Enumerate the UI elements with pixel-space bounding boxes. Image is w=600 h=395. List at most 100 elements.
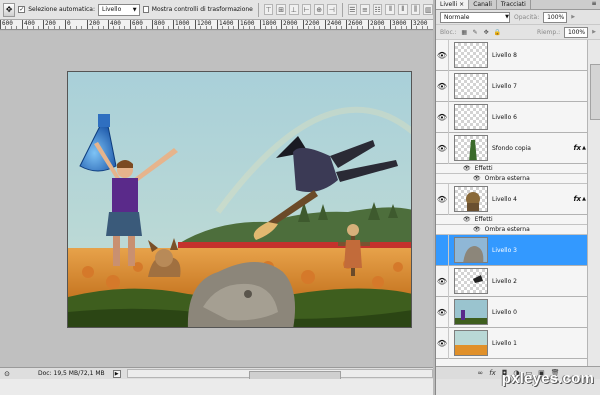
layer-thumbnail[interactable] bbox=[454, 268, 488, 294]
distribute-top-icon[interactable]: ☰ bbox=[347, 4, 358, 15]
opacity-arrow-icon[interactable]: ▶ bbox=[571, 14, 575, 20]
ruler-minor-tick bbox=[395, 26, 396, 29]
effect-visibility-eye-icon[interactable]: 👁 bbox=[473, 175, 481, 182]
layer-row[interactable]: 👁 Sfondo copia fx ▲ bbox=[436, 132, 587, 164]
auto-align-icon[interactable]: ▥ bbox=[423, 4, 434, 15]
bottom-strip bbox=[0, 379, 433, 395]
layer-row[interactable]: 👁 Livello 1 bbox=[436, 327, 587, 359]
panel-menu-icon[interactable]: ≡ bbox=[588, 0, 600, 9]
visibility-eye-icon[interactable]: 👁 bbox=[436, 132, 449, 164]
auto-select-checkbox[interactable]: ✓ bbox=[18, 6, 26, 13]
layer-thumbnail[interactable] bbox=[454, 104, 488, 130]
distribute-vcenter-icon[interactable]: ≡ bbox=[360, 4, 370, 15]
lock-transparency-icon[interactable]: ▦ bbox=[461, 29, 468, 36]
visibility-eye-icon[interactable]: 👁 bbox=[436, 327, 449, 359]
effect-drop-shadow-row[interactable]: 👁 Ombra esterna bbox=[436, 174, 587, 184]
artwork-canvas[interactable] bbox=[67, 71, 412, 328]
ruler-minor-tick bbox=[81, 26, 82, 29]
visibility-eye-icon[interactable]: 👁 bbox=[436, 296, 449, 328]
align-bottom-icon[interactable]: ⊥ bbox=[289, 4, 299, 15]
align-vcenter-icon[interactable]: ⊞ bbox=[276, 4, 287, 15]
zoom-icon[interactable]: ⊙ bbox=[0, 369, 14, 379]
ruler-minor-tick bbox=[222, 26, 223, 29]
layer-effects-row[interactable]: 👁 Effetti bbox=[436, 164, 587, 174]
auto-select-target-dropdown[interactable]: Livello ▼ bbox=[98, 3, 140, 16]
tab-livelli[interactable]: Livelli × bbox=[436, 0, 470, 9]
ruler-tick bbox=[173, 20, 174, 29]
layer-name[interactable]: Livello 3 bbox=[492, 247, 517, 254]
visibility-eye-icon[interactable]: 👁 bbox=[436, 40, 449, 71]
layer-thumbnail[interactable] bbox=[454, 237, 488, 263]
distribute-bottom-icon[interactable]: ☷ bbox=[372, 4, 383, 15]
layer-row[interactable]: Livello 3 bbox=[436, 234, 587, 266]
effect-visibility-eye-icon[interactable]: 👁 bbox=[473, 226, 481, 233]
ruler-minor-tick bbox=[11, 26, 12, 29]
align-right-icon[interactable]: ⊣ bbox=[327, 4, 337, 15]
ruler-minor-tick bbox=[76, 26, 77, 29]
lock-pixels-icon[interactable]: ✎ bbox=[472, 29, 479, 36]
effects-visibility-eye-icon[interactable]: 👁 bbox=[463, 216, 471, 223]
canvas-area[interactable] bbox=[0, 31, 433, 367]
layer-name[interactable]: Livello 2 bbox=[492, 278, 517, 285]
align-hcenter-icon[interactable]: ⊕ bbox=[314, 4, 324, 15]
layer-fx-icon[interactable]: fx bbox=[573, 195, 581, 203]
tab-tracciati[interactable]: Tracciati bbox=[497, 0, 531, 9]
layer-thumbnail[interactable] bbox=[454, 299, 488, 325]
layer-row[interactable]: 👁 Livello 8 bbox=[436, 40, 587, 71]
lock-all-icon[interactable]: 🔒 bbox=[493, 29, 500, 36]
horizontal-scrollbar[interactable] bbox=[126, 369, 433, 395]
ruler-minor-tick bbox=[16, 26, 17, 29]
visibility-eye-icon[interactable]: 👁 bbox=[436, 183, 449, 215]
expand-effects-arrow-icon[interactable]: ▲ bbox=[582, 196, 586, 202]
layer-thumbnail[interactable] bbox=[454, 42, 488, 68]
layer-name[interactable]: Livello 8 bbox=[492, 52, 517, 59]
layer-name[interactable]: Sfondo copia bbox=[492, 145, 531, 152]
distribute-hcenter-icon[interactable]: ⦀ bbox=[398, 4, 408, 15]
distribute-left-icon[interactable]: ⫴ bbox=[385, 4, 396, 15]
ruler-minor-tick bbox=[168, 26, 169, 29]
layer-thumbnail[interactable] bbox=[454, 330, 488, 356]
effects-visibility-eye-icon[interactable]: 👁 bbox=[463, 165, 471, 172]
distribute-right-icon[interactable]: ⫼ bbox=[410, 4, 421, 15]
ruler-tick bbox=[130, 20, 131, 29]
ruler-minor-tick bbox=[271, 26, 272, 29]
layer-row[interactable]: 👁 Livello 4 fx ▲ bbox=[436, 183, 587, 215]
layer-row[interactable]: 👁 Livello 7 bbox=[436, 70, 587, 102]
scrollbar-thumb[interactable] bbox=[590, 64, 600, 120]
layers-scrollbar[interactable] bbox=[587, 40, 600, 366]
layer-thumbnail[interactable] bbox=[454, 135, 488, 161]
layer-name[interactable]: Livello 4 bbox=[492, 196, 517, 203]
fill-field[interactable]: 100% bbox=[564, 26, 589, 38]
layer-fx-icon[interactable]: fx bbox=[573, 144, 581, 152]
fx-icon[interactable]: fx bbox=[489, 369, 496, 377]
layer-effects-row[interactable]: 👁 Effetti bbox=[436, 215, 587, 225]
visibility-eye-icon[interactable]: 👁 bbox=[436, 265, 449, 297]
layer-row[interactable]: 👁 Livello 6 bbox=[436, 101, 587, 133]
ruler-minor-tick bbox=[406, 26, 407, 29]
blend-mode-dropdown[interactable]: Normale ▼ bbox=[440, 11, 510, 23]
layer-thumbnail[interactable] bbox=[454, 186, 488, 212]
expand-effects-arrow-icon[interactable]: ▲ bbox=[582, 145, 586, 151]
tab-canali[interactable]: Canali bbox=[469, 0, 497, 9]
move-tool-icon[interactable]: ✥ bbox=[3, 2, 16, 17]
visibility-eye-icon[interactable]: 👁 bbox=[436, 70, 449, 102]
effect-drop-shadow-row[interactable]: 👁 Ombra esterna bbox=[436, 225, 587, 235]
visibility-eye-icon[interactable]: 👁 bbox=[436, 101, 449, 133]
layer-row[interactable]: 👁 Livello 2 bbox=[436, 265, 587, 297]
link-layers-icon[interactable]: ∞ bbox=[477, 369, 483, 377]
align-left-icon[interactable]: ⊢ bbox=[301, 4, 312, 15]
status-menu-arrow-icon[interactable]: ▶ bbox=[112, 369, 121, 378]
layer-row[interactable]: 👁 Livello 0 bbox=[436, 296, 587, 328]
layer-name[interactable]: Livello 0 bbox=[492, 309, 517, 316]
visibility-eye-icon[interactable] bbox=[436, 234, 449, 266]
opacity-field[interactable]: 100% bbox=[543, 11, 568, 23]
layer-name[interactable]: Livello 1 bbox=[492, 340, 517, 347]
transform-controls-checkbox[interactable] bbox=[142, 6, 149, 13]
layer-name[interactable]: Livello 7 bbox=[492, 83, 517, 90]
fill-arrow-icon[interactable]: ▶ bbox=[592, 29, 596, 35]
layer-thumbnail[interactable] bbox=[454, 73, 488, 99]
align-top-icon[interactable]: ⊤ bbox=[263, 4, 274, 15]
layer-name[interactable]: Livello 6 bbox=[492, 114, 517, 121]
ruler-minor-tick bbox=[103, 26, 104, 29]
lock-position-icon[interactable]: ✥ bbox=[483, 29, 490, 36]
